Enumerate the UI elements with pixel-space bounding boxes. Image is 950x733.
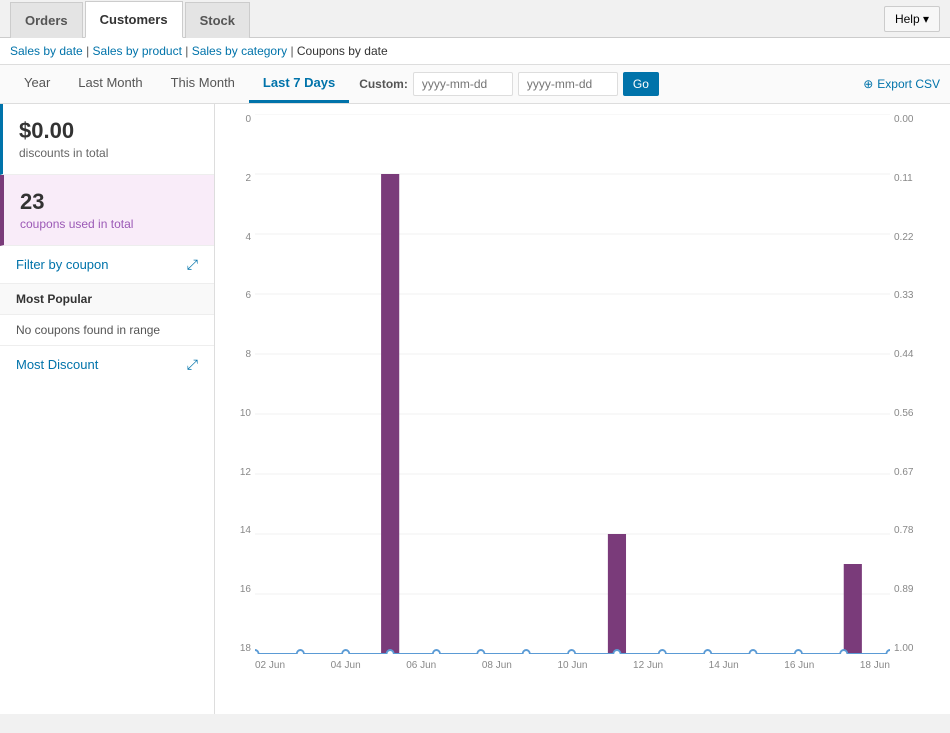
tab-last-7-days[interactable]: Last 7 Days bbox=[249, 65, 349, 103]
left-panel: $0.00 discounts in total 23 coupons used… bbox=[0, 104, 215, 714]
most-discount-label: Most Discount bbox=[16, 357, 98, 372]
bar-12jun bbox=[608, 534, 626, 654]
custom-date-to[interactable] bbox=[518, 72, 618, 96]
tab-year[interactable]: Year bbox=[10, 65, 64, 103]
most-discount-expand-icon[interactable]: ⤢ bbox=[187, 356, 198, 373]
tab-customers[interactable]: Customers bbox=[85, 1, 183, 38]
bar-06jun bbox=[381, 174, 399, 654]
no-coupons-item: No coupons found in range bbox=[0, 315, 214, 346]
custom-date-section: Custom: Go bbox=[359, 72, 659, 96]
sub-nav: Sales by date | Sales by product | Sales… bbox=[0, 38, 950, 65]
filter-coupon-label: Filter by coupon bbox=[16, 257, 109, 272]
coupons-label: coupons used in total bbox=[20, 217, 198, 231]
top-nav: Orders Customers Stock Help ▾ bbox=[0, 0, 950, 38]
discounts-stat-card: $0.00 discounts in total bbox=[0, 104, 214, 175]
export-csv-button[interactable]: ⊕ Export CSV bbox=[863, 77, 940, 91]
tab-orders[interactable]: Orders bbox=[10, 2, 83, 38]
tab-stock[interactable]: Stock bbox=[185, 2, 250, 38]
y-axis-left: 18 16 14 12 10 8 6 4 2 0 bbox=[225, 114, 255, 654]
tab-last-month[interactable]: Last Month bbox=[64, 65, 156, 103]
bar-18jun bbox=[844, 564, 862, 654]
link-coupons-by-date[interactable]: Coupons by date bbox=[297, 44, 388, 58]
most-discount-section[interactable]: Most Discount ⤢ bbox=[0, 346, 214, 383]
x-axis-labels: 02 Jun 04 Jun 06 Jun 08 Jun 10 Jun 12 Ju… bbox=[255, 654, 890, 694]
coupons-value: 23 bbox=[20, 189, 198, 215]
discounts-label: discounts in total bbox=[19, 146, 198, 160]
export-icon: ⊕ bbox=[863, 77, 873, 91]
tab-this-month[interactable]: This Month bbox=[157, 65, 249, 103]
link-sales-by-category[interactable]: Sales by category bbox=[192, 44, 287, 58]
y-axis-right: 1.00 0.89 0.78 0.67 0.56 0.44 0.33 0.22 … bbox=[890, 114, 930, 654]
help-button[interactable]: Help ▾ bbox=[884, 6, 940, 32]
main-content: $0.00 discounts in total 23 coupons used… bbox=[0, 104, 950, 714]
chart-area: 18 16 14 12 10 8 6 4 2 0 1.00 0.89 0.78 … bbox=[215, 104, 950, 714]
filter-expand-icon[interactable]: ⤢ bbox=[187, 256, 198, 273]
chart-wrapper: 18 16 14 12 10 8 6 4 2 0 1.00 0.89 0.78 … bbox=[225, 114, 930, 694]
chart-svg bbox=[255, 114, 890, 654]
link-sales-by-date[interactable]: Sales by date bbox=[10, 44, 83, 58]
custom-date-from[interactable] bbox=[413, 72, 513, 96]
go-button[interactable]: Go bbox=[623, 72, 659, 96]
custom-label: Custom: bbox=[359, 77, 408, 91]
link-sales-by-product[interactable]: Sales by product bbox=[93, 44, 182, 58]
filter-by-coupon-section[interactable]: Filter by coupon ⤢ bbox=[0, 246, 214, 284]
period-tabs-bar: Year Last Month This Month Last 7 Days C… bbox=[0, 65, 950, 104]
discounts-value: $0.00 bbox=[19, 118, 198, 144]
most-popular-header: Most Popular bbox=[0, 284, 214, 315]
coupons-stat-card: 23 coupons used in total bbox=[0, 175, 214, 246]
